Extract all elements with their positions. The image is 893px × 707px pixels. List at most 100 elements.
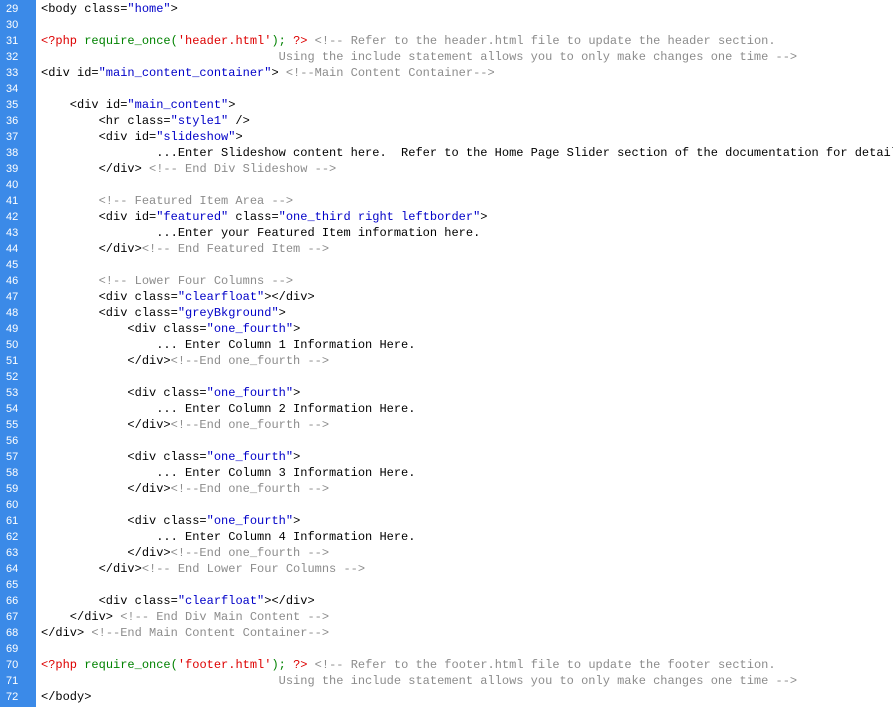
line-code[interactable]: <?php require_once('header.html'); ?> <!… <box>41 33 776 49</box>
code-line[interactable]: 38 ...Enter Slideshow content here. Refe… <box>0 145 893 161</box>
line-code[interactable]: <hr class="style1" /> <box>41 113 250 129</box>
line-code[interactable]: </div> <!-- End Div Main Content --> <box>41 609 329 625</box>
code-line[interactable]: 35 <div id="main_content"> <box>0 97 893 113</box>
line-code[interactable]: <div id="slideshow"> <box>41 129 243 145</box>
code-line[interactable]: 34 <box>0 81 893 97</box>
code-line[interactable]: 43 ...Enter your Featured Item informati… <box>0 225 893 241</box>
line-number: 68 <box>6 627 19 639</box>
code-token-comment: <!-- End Featured Item --> <box>141 242 330 256</box>
code-token-plain: <div class= <box>41 386 207 400</box>
code-line[interactable]: 37 <div id="slideshow"> <box>0 129 893 145</box>
code-line[interactable]: 65 <box>0 577 893 593</box>
code-line[interactable]: 50 ... Enter Column 1 Information Here. <box>0 337 893 353</box>
code-line[interactable]: 48 <div class="greyBkground"> <box>0 305 893 321</box>
line-code[interactable]: ... Enter Column 1 Information Here. <box>41 337 415 353</box>
line-number: 37 <box>6 131 19 143</box>
line-code[interactable]: </div><!--End one_fourth --> <box>41 353 329 369</box>
code-line[interactable]: 33 <div id="main_content_container"> <!--… <box>0 65 893 81</box>
code-line[interactable]: 60 <box>0 497 893 513</box>
code-token-plain: </div> <box>41 546 171 560</box>
line-code[interactable]: </div> <!-- End Div Slideshow --> <box>41 161 337 177</box>
code-line[interactable]: 61 <div class="one_fourth"> <box>0 513 893 529</box>
code-line[interactable]: 59 </div><!--End one_fourth --> <box>0 481 893 497</box>
code-token-attr-value: "clearfloat" <box>177 290 265 304</box>
line-code[interactable]: <div class="one_fourth"> <box>41 321 300 337</box>
line-code[interactable]: <div class="one_fourth"> <box>41 513 300 529</box>
code-line[interactable]: 45 <box>0 257 893 273</box>
line-code[interactable]: ...Enter Slideshow content here. Refer t… <box>41 145 893 161</box>
code-editor[interactable]: 29 <body class="home"> 30 31 <?php require_o… <box>0 0 893 707</box>
code-line[interactable]: 67 </div> <!-- End Div Main Content --> <box>0 609 893 625</box>
code-line[interactable]: 71 Using the include statement allows yo… <box>0 673 893 689</box>
line-code[interactable]: Using the include statement allows you t… <box>41 673 798 689</box>
code-line[interactable]: 72 </body> <box>0 689 893 705</box>
line-code[interactable]: ... Enter Column 2 Information Here. <box>41 401 415 417</box>
code-line[interactable]: 56 <box>0 433 893 449</box>
line-number: 45 <box>6 259 19 271</box>
line-code[interactable]: <div class="one_fourth"> <box>41 385 300 401</box>
code-line[interactable]: 51 </div><!--End one_fourth --> <box>0 353 893 369</box>
line-number: 57 <box>6 451 19 463</box>
line-code[interactable]: </div><!-- End Featured Item --> <box>41 241 329 257</box>
code-line[interactable]: 58 ... Enter Column 3 Information Here. <box>0 465 893 481</box>
code-line[interactable]: 31 <?php require_once('header.html'); ?> … <box>0 33 893 49</box>
line-code[interactable]: </div><!--End one_fourth --> <box>41 417 329 433</box>
code-line[interactable]: 70 <?php require_once('footer.html'); ?> … <box>0 657 893 673</box>
code-line[interactable]: 52 <box>0 369 893 385</box>
line-code[interactable]: ... Enter Column 3 Information Here. <box>41 465 415 481</box>
code-line[interactable]: 57 <div class="one_fourth"> <box>0 449 893 465</box>
line-code[interactable]: ... Enter Column 4 Information Here. <box>41 529 415 545</box>
code-line[interactable]: 30 <box>0 17 893 33</box>
line-code[interactable]: <div class="clearfloat"></div> <box>41 593 315 609</box>
line-code[interactable]: </div><!-- End Lower Four Columns --> <box>41 561 365 577</box>
line-code[interactable]: Using the include statement allows you t… <box>41 49 798 65</box>
code-line[interactable]: 47 <div class="clearfloat"></div> <box>0 289 893 305</box>
code-token-attr-value: "one_fourth" <box>206 450 294 464</box>
code-line[interactable]: 54 ... Enter Column 2 Information Here. <box>0 401 893 417</box>
code-token-attr-value: "main_content_container" <box>98 66 272 80</box>
line-code[interactable]: <div class="greyBkground"> <box>41 305 286 321</box>
code-line[interactable]: 46 <!-- Lower Four Columns --> <box>0 273 893 289</box>
code-line[interactable]: 68 </div> <!--End Main Content Container-… <box>0 625 893 641</box>
code-token-comment: Using the include statement allows you t… <box>41 674 798 688</box>
line-number: 40 <box>6 179 19 191</box>
code-token-comment: Using the include statement allows you t… <box>41 50 798 64</box>
line-number: 69 <box>6 643 19 655</box>
code-line[interactable]: 40 <box>0 177 893 193</box>
code-token-attr-value: "one_third right leftborder" <box>278 210 481 224</box>
line-code[interactable]: <div id="main_content"> <box>41 97 236 113</box>
code-line[interactable]: 63 </div><!--End one_fourth --> <box>0 545 893 561</box>
code-token-php-delim: ?> <box>293 658 308 672</box>
code-line[interactable]: 29 <body class="home"> <box>0 1 893 17</box>
code-line[interactable]: 55 </div><!--End one_fourth --> <box>0 417 893 433</box>
code-line[interactable]: 41 <!-- Featured Item Area --> <box>0 193 893 209</box>
line-code[interactable]: <div id="main_content_container"> <!--Ma… <box>41 65 495 81</box>
code-line[interactable]: 49 <div class="one_fourth"> <box>0 321 893 337</box>
line-code[interactable]: <div class="clearfloat"></div> <box>41 289 315 305</box>
line-code[interactable]: <div class="one_fourth"> <box>41 449 300 465</box>
line-code[interactable]: </div> <!--End Main Content Container--> <box>41 625 329 641</box>
line-code[interactable]: ...Enter your Featured Item information … <box>41 225 480 241</box>
line-code[interactable]: <body class="home"> <box>41 1 178 17</box>
line-number: 62 <box>6 531 19 543</box>
code-token-plain: > <box>293 386 301 400</box>
code-line[interactable]: 66 <div class="clearfloat"></div> <box>0 593 893 609</box>
line-code[interactable]: <?php require_once('footer.html'); ?> <!… <box>41 657 776 673</box>
line-code[interactable]: </div><!--End one_fourth --> <box>41 545 329 561</box>
code-line[interactable]: 53 <div class="one_fourth"> <box>0 385 893 401</box>
code-line[interactable]: 44 </div><!-- End Featured Item --> <box>0 241 893 257</box>
line-code[interactable]: <!-- Lower Four Columns --> <box>41 273 293 289</box>
code-line[interactable]: 42 <div id="featured" class="one_third r… <box>0 209 893 225</box>
line-code[interactable]: </body> <box>41 689 91 705</box>
line-code[interactable]: <!-- Featured Item Area --> <box>41 193 293 209</box>
code-line[interactable]: 32 Using the include statement allows yo… <box>0 49 893 65</box>
code-line[interactable]: 62 ... Enter Column 4 Information Here. <box>0 529 893 545</box>
code-line[interactable]: 64 </div><!-- End Lower Four Columns --> <box>0 561 893 577</box>
code-line[interactable]: 39 </div> <!-- End Div Slideshow --> <box>0 161 893 177</box>
line-code[interactable]: <div id="featured" class="one_third righ… <box>41 209 488 225</box>
code-token-plain: </div> <box>41 610 121 624</box>
line-code[interactable]: </div><!--End one_fourth --> <box>41 481 329 497</box>
line-number: 38 <box>6 147 19 159</box>
code-line[interactable]: 36 <hr class="style1" /> <box>0 113 893 129</box>
code-line[interactable]: 69 <box>0 641 893 657</box>
